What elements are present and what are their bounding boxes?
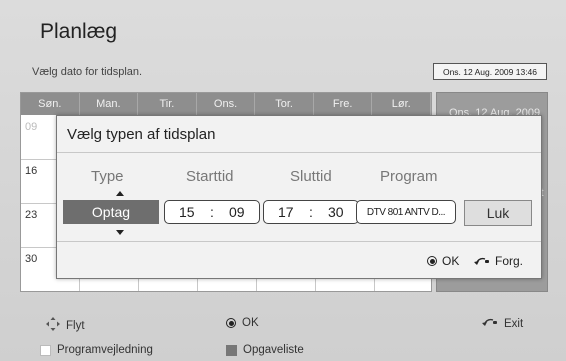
schedule-type-dialog: Vælg typen af tidsplan Type Starttid Slu…: [56, 115, 542, 279]
start-time-header: Starttid: [186, 168, 234, 185]
end-minute[interactable]: 30: [328, 204, 344, 220]
back-icon: [474, 256, 490, 266]
exit-label: Exit: [504, 317, 524, 330]
weekday-sat: Lør.: [372, 93, 431, 115]
end-time-header: Sluttid: [290, 168, 332, 185]
move-hint: Flyt: [46, 317, 85, 334]
day-number[interactable]: 09: [25, 121, 37, 133]
weekday-fri: Fre.: [314, 93, 373, 115]
current-datetime: Ons. 12 Aug. 2009 13:46: [433, 63, 547, 80]
weekday-thu: Tor.: [255, 93, 314, 115]
bottom-help-bar: Flyt OK Exit Programvejledning Opgavelis…: [0, 300, 566, 361]
time-separator: :: [309, 204, 313, 220]
ok-icon: [427, 256, 437, 266]
weekday-sun: Søn.: [21, 93, 80, 115]
task-list-hint[interactable]: Opgaveliste: [226, 344, 304, 356]
back-hint[interactable]: Forg.: [474, 254, 523, 268]
back-icon: [482, 317, 498, 330]
back-hint-label: Forg.: [495, 254, 524, 268]
type-selector[interactable]: Optag: [63, 200, 159, 224]
end-time-field[interactable]: 17 : 30: [263, 200, 359, 224]
chevron-down-icon[interactable]: [116, 230, 124, 235]
day-number[interactable]: 23: [25, 209, 37, 221]
program-guide-hint[interactable]: Programvejledning: [40, 344, 153, 356]
ok-hint: OK: [226, 317, 259, 329]
divider: [57, 241, 541, 242]
exit-hint[interactable]: Exit: [482, 317, 523, 330]
time-separator: :: [210, 204, 214, 220]
instruction-text: Vælg dato for tidsplan.: [32, 66, 143, 78]
weekday-tue: Tir.: [138, 93, 197, 115]
ok-hint[interactable]: OK: [427, 254, 459, 268]
program-header: Program: [380, 168, 438, 185]
dialog-title: Vælg typen af tidsplan: [67, 126, 216, 143]
ok-hint-label: OK: [242, 317, 259, 329]
program-field[interactable]: DTV 801 ANTV D...: [356, 200, 456, 224]
end-hour[interactable]: 17: [278, 204, 294, 220]
move-hint-label: Flyt: [66, 319, 85, 332]
page-title: Planlæg: [40, 20, 118, 43]
gray-key-icon: [226, 344, 237, 356]
start-time-field[interactable]: 15 : 09: [164, 200, 260, 224]
divider: [57, 152, 541, 153]
ok-hint-label: OK: [442, 254, 460, 268]
white-key-icon: [40, 344, 51, 356]
move-arrows-icon: [46, 317, 60, 334]
program-guide-label: Programvejledning: [57, 344, 153, 356]
weekday-header: Søn. Man. Tir. Ons. Tor. Fre. Lør.: [21, 93, 431, 115]
day-number[interactable]: 16: [25, 165, 37, 177]
chevron-up-icon[interactable]: [116, 191, 124, 196]
start-hour[interactable]: 15: [179, 204, 195, 220]
start-minute[interactable]: 09: [229, 204, 245, 220]
weekday-wed: Ons.: [197, 93, 256, 115]
type-header: Type: [91, 168, 124, 185]
day-number[interactable]: 30: [25, 253, 37, 265]
close-button[interactable]: Luk: [464, 200, 532, 226]
task-list-label: Opgaveliste: [243, 344, 304, 356]
ok-icon: [226, 318, 236, 328]
weekday-mon: Man.: [80, 93, 139, 115]
